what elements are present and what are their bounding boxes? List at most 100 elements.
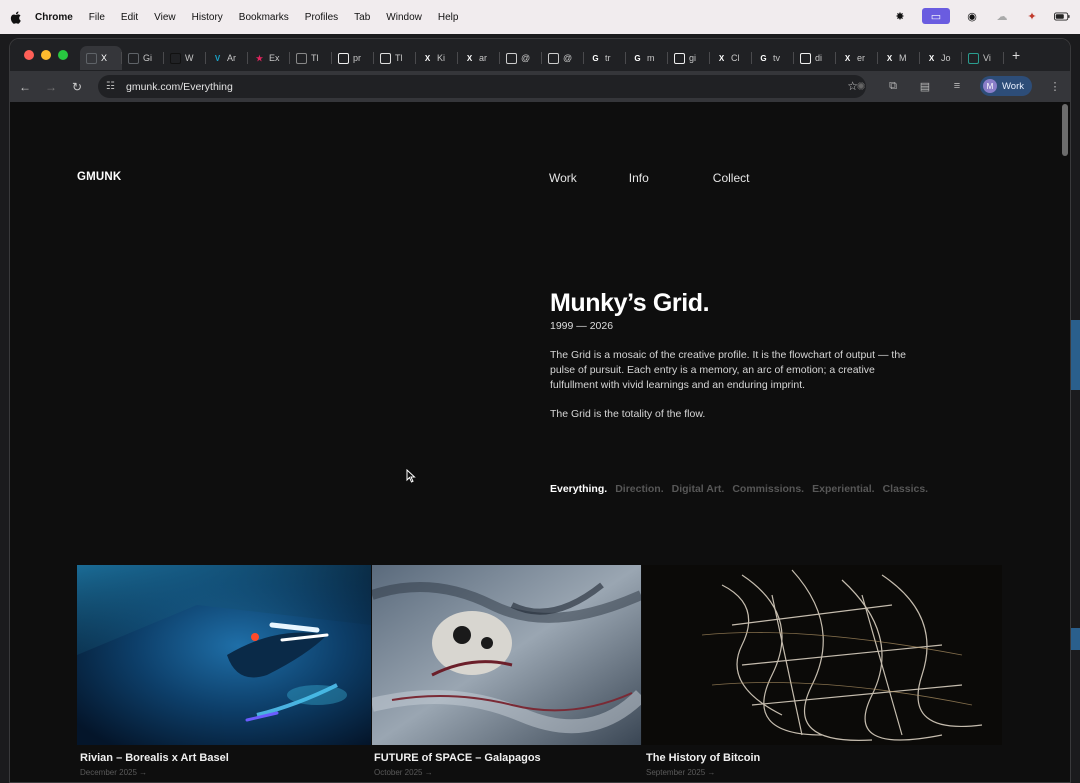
tab-favicon-icon [506, 52, 517, 64]
tab-favicon-icon: V [214, 53, 221, 63]
grid-date: October 2025 → [374, 768, 433, 777]
menu-profiles[interactable]: Profiles [305, 12, 338, 23]
browser-tab[interactable]: X Jo [920, 46, 962, 70]
tab-favicon-icon [296, 52, 307, 64]
forward-button[interactable]: → [40, 76, 62, 98]
browser-tab[interactable]: Tl [290, 46, 332, 70]
browser-tab[interactable]: V Ar [206, 46, 248, 70]
browser-tab[interactable]: X Cl [710, 46, 752, 70]
page-title: Munky’s Grid. [550, 289, 710, 317]
browser-tab[interactable]: Gtr [584, 46, 626, 70]
grid-thumbnail-history-of-bitcoin[interactable] [642, 565, 1002, 745]
browser-tab[interactable]: pr [332, 46, 374, 70]
screen-share-icon[interactable]: ▭ [922, 8, 950, 24]
address-bar[interactable]: ☷ gmunk.com/Everything ☆ [98, 75, 866, 98]
menu-bookmarks[interactable]: Bookmarks [239, 12, 289, 23]
browser-tab[interactable]: W [164, 46, 206, 70]
menu-edit[interactable]: Edit [121, 12, 138, 23]
filter-digital-art[interactable]: Digital Art. [672, 483, 725, 495]
tabs: X Gi W V Ar ★ Ex Tl pr Tl X Ki Xar @ @ Gtr Gm gi X Cl Gtv di X… [80, 39, 1004, 71]
filter-everything[interactable]: Everything. [550, 483, 607, 495]
profile-button[interactable]: M Work [980, 76, 1032, 96]
tab-label: Tl [311, 53, 319, 63]
scrollbar-thumb[interactable] [1062, 104, 1068, 156]
new-tab-button[interactable]: + [1012, 47, 1020, 63]
tab-label: pr [353, 53, 362, 63]
creative-cloud-icon[interactable]: ◉ [964, 9, 980, 23]
browser-tab[interactable]: @ [542, 46, 584, 70]
tab-label: ar [479, 53, 488, 63]
grid-thumbnail-future-of-space[interactable] [372, 565, 641, 745]
cloud-icon[interactable]: ☁ [994, 9, 1010, 23]
tab-favicon-icon [128, 52, 139, 64]
back-button[interactable]: ← [14, 76, 36, 98]
grid-thumbnail-rivian[interactable] [77, 565, 371, 745]
nav-info[interactable]: Info [629, 171, 649, 185]
tab-favicon-icon [170, 52, 181, 64]
browser-tab[interactable]: Vi [962, 46, 1004, 70]
reload-button[interactable]: ↻ [66, 76, 88, 98]
grid-title[interactable]: FUTURE of SPACE – Galapagos [374, 752, 541, 764]
browser-tab[interactable]: Gi [122, 46, 164, 70]
filter-direction[interactable]: Direction. [615, 483, 663, 495]
grid-date: September 2025 → [646, 768, 716, 777]
menu-chrome[interactable]: Chrome [35, 12, 73, 23]
site-logo[interactable]: GMUNK [77, 171, 121, 183]
nav-collect[interactable]: Collect [713, 171, 750, 185]
browser-tab[interactable]: di [794, 46, 836, 70]
extension-icon[interactable]: ✺ [852, 75, 870, 97]
tab-label: di [815, 53, 823, 63]
browser-tab[interactable]: Gm [626, 46, 668, 70]
browser-tab[interactable]: Tl [374, 46, 416, 70]
menu-window[interactable]: Window [386, 12, 422, 23]
browser-tab[interactable]: gi [668, 46, 710, 70]
filter-experiential[interactable]: Experiential. [812, 483, 874, 495]
browser-window: X Gi W V Ar ★ Ex Tl pr Tl X Ki Xar @ @ Gtr Gm gi X Cl Gtv di X… [9, 38, 1071, 783]
nav-work[interactable]: Work [549, 171, 577, 185]
filter-classics[interactable]: Classics. [883, 483, 929, 495]
grid-title[interactable]: Rivian – Borealis x Art Basel [80, 752, 229, 764]
browser-tab[interactable]: X [80, 46, 122, 70]
browser-tab[interactable]: Xar [458, 46, 500, 70]
extensions-puzzle-icon[interactable]: ⧉ [884, 75, 902, 97]
tab-favicon-icon: X [844, 53, 851, 63]
battery-icon[interactable] [1054, 9, 1070, 23]
menu-help[interactable]: Help [438, 12, 459, 23]
tab-favicon-icon: X [928, 53, 935, 63]
grid-title[interactable]: The History of Bitcoin [646, 752, 760, 764]
apple-icon[interactable] [9, 10, 21, 24]
tab-favicon-icon [86, 52, 97, 64]
extension-status-icon[interactable]: ✸ [892, 9, 908, 23]
reading-list-icon[interactable]: ≡ [948, 75, 966, 97]
tab-label: Gi [143, 53, 152, 63]
tab-favicon-icon: X [424, 53, 431, 63]
tab-favicon-icon: X [466, 53, 473, 63]
filter-commissions[interactable]: Commissions. [732, 483, 804, 495]
side-panel-icon[interactable]: ▤ [916, 75, 934, 97]
menu-tab[interactable]: Tab [354, 12, 370, 23]
more-menu-icon[interactable]: ⋮ [1046, 75, 1064, 97]
minimize-window-button[interactable] [41, 50, 51, 60]
menu-file[interactable]: File [89, 12, 105, 23]
site-info-icon[interactable]: ☷ [106, 81, 120, 92]
menu-history[interactable]: History [192, 12, 223, 23]
browser-tab[interactable]: Gtv [752, 46, 794, 70]
browser-tab[interactable]: XM [878, 46, 920, 70]
menu-view[interactable]: View [154, 12, 176, 23]
tab-label: X [101, 53, 108, 63]
tab-favicon-icon: G [592, 53, 599, 63]
mouse-cursor-icon [406, 468, 416, 488]
browser-tab[interactable]: ★ Ex [248, 46, 290, 70]
browser-tab[interactable]: @ [500, 46, 542, 70]
background-edge [1070, 628, 1080, 650]
tab-label: @ [563, 53, 573, 63]
tab-favicon-icon [674, 52, 685, 64]
browser-tab[interactable]: X Ki [416, 46, 458, 70]
zoom-window-button[interactable] [58, 50, 68, 60]
close-window-button[interactable] [24, 50, 34, 60]
tab-favicon-icon: G [634, 53, 641, 63]
browser-tab[interactable]: Xer [836, 46, 878, 70]
tab-label: Tl [395, 53, 403, 63]
dropbox-icon[interactable]: ✦ [1024, 9, 1040, 23]
grid-tagline: The Grid is the totality of the flow. [550, 408, 706, 420]
